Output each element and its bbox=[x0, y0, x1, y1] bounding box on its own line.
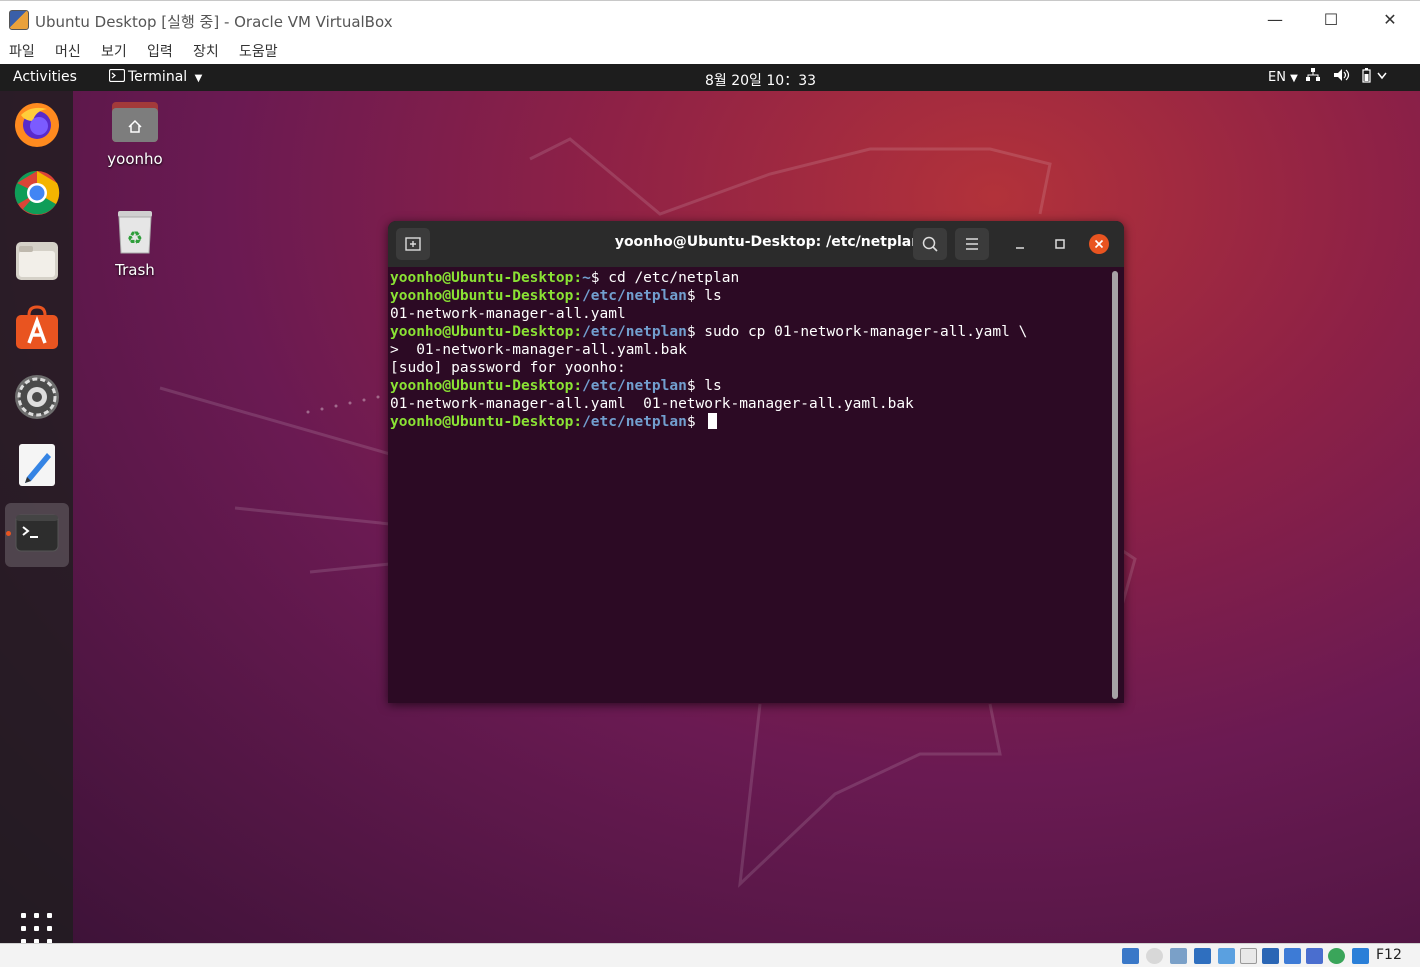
minimize-icon bbox=[1016, 247, 1024, 249]
shared-folders-icon[interactable] bbox=[1240, 948, 1257, 964]
chrome-icon[interactable] bbox=[13, 169, 61, 217]
minimize-button[interactable] bbox=[1008, 234, 1032, 254]
prompt-command: cd /etc/netplan bbox=[608, 270, 740, 286]
host-titlebar: Ubuntu Desktop [실행 중] - Oracle VM Virtua… bbox=[0, 0, 1420, 38]
usb-icon[interactable] bbox=[1218, 948, 1235, 964]
prompt-path: ~ bbox=[582, 270, 591, 286]
terminal-prompt-line: yoonho@Ubuntu-Desktop:~$ cd /etc/netplan bbox=[390, 270, 740, 286]
close-button[interactable] bbox=[1088, 233, 1110, 255]
search-icon bbox=[922, 236, 938, 252]
network-icon[interactable] bbox=[1306, 68, 1320, 86]
menu-file[interactable]: 파일 bbox=[9, 41, 35, 61]
prompt-user: yoonho@Ubuntu-Desktop bbox=[390, 288, 574, 304]
terminal-window[interactable]: yoonho@Ubuntu-Desktop: /etc/netplan yoon… bbox=[388, 221, 1124, 703]
trash-label: Trash bbox=[115, 261, 155, 279]
prompt-command: ls bbox=[704, 288, 722, 304]
chevron-down-icon: ▼ bbox=[194, 73, 203, 84]
terminal-output[interactable]: yoonho@Ubuntu-Desktop:~$ cd /etc/netplan… bbox=[390, 269, 1110, 431]
svg-text:♻: ♻ bbox=[127, 228, 143, 249]
close-icon bbox=[1089, 234, 1109, 254]
terminal-output-line: 01-network-manager-all.yaml 01-network-m… bbox=[390, 395, 1110, 413]
gnome-topbar: Activities Terminal ▼ 8월 20일 10：33 EN ▼ bbox=[0, 64, 1420, 91]
terminal-output-line: 01-network-manager-all.yaml bbox=[390, 305, 1110, 323]
prompt-user: yoonho@Ubuntu-Desktop bbox=[390, 270, 574, 286]
settings-icon[interactable] bbox=[13, 373, 61, 421]
video-capture-icon[interactable] bbox=[1284, 948, 1301, 964]
virtualbox-icon bbox=[9, 10, 29, 30]
activities-button[interactable]: Activities bbox=[13, 69, 77, 85]
menu-devices[interactable]: 장치 bbox=[193, 41, 219, 61]
files-icon[interactable] bbox=[13, 237, 61, 285]
host-minimize-button[interactable]: — bbox=[1262, 7, 1288, 33]
prompt-command: ls bbox=[704, 378, 722, 394]
text-cursor bbox=[708, 413, 718, 429]
home-folder-icon bbox=[112, 102, 158, 142]
home-folder-label: yoonho bbox=[107, 150, 163, 168]
search-button[interactable] bbox=[913, 228, 947, 260]
text-editor-icon[interactable] bbox=[13, 441, 61, 489]
host-statusbar: F12 bbox=[0, 943, 1420, 967]
prompt-path: /etc/netplan bbox=[582, 288, 687, 304]
clock[interactable]: 8월 20일 10：33 bbox=[705, 70, 816, 90]
desktop-home-folder[interactable]: yoonho bbox=[95, 100, 175, 168]
network-adapter-icon[interactable] bbox=[1194, 948, 1211, 964]
prompt-path: /etc/netplan bbox=[582, 414, 687, 430]
output-text: 01-network-manager-all.yaml 01-network-m… bbox=[390, 396, 914, 412]
running-indicator bbox=[6, 531, 11, 536]
host-key-arrow-icon[interactable] bbox=[1352, 948, 1369, 964]
prompt-user: yoonho@Ubuntu-Desktop bbox=[390, 414, 574, 430]
guest-additions-icon[interactable] bbox=[1328, 948, 1345, 964]
prompt-user: yoonho@Ubuntu-Desktop bbox=[390, 378, 574, 394]
output-text: > 01-network-manager-all.yaml.bak bbox=[390, 342, 687, 358]
virtualization-icon[interactable] bbox=[1306, 948, 1323, 964]
app-menu-label: Terminal bbox=[128, 69, 188, 85]
maximize-icon bbox=[1055, 239, 1065, 249]
host-close-button[interactable]: ✕ bbox=[1377, 7, 1403, 33]
terminal-prompt-line: yoonho@Ubuntu-Desktop:/etc/netplan$ ls bbox=[390, 378, 722, 394]
prompt-path: /etc/netplan bbox=[582, 324, 687, 340]
chevron-down-icon: ▼ bbox=[1290, 73, 1298, 84]
app-menu-terminal[interactable]: Terminal ▼ bbox=[108, 68, 203, 85]
hamburger-menu-button[interactable] bbox=[955, 228, 989, 260]
terminal-headerbar[interactable]: yoonho@Ubuntu-Desktop: /etc/netplan bbox=[388, 221, 1124, 267]
host-maximize-button[interactable]: ☐ bbox=[1318, 7, 1344, 33]
software-icon[interactable] bbox=[13, 305, 61, 353]
hamburger-icon bbox=[966, 238, 978, 250]
prompt-command: sudo cp 01-network-manager-all.yaml \ bbox=[704, 324, 1028, 340]
volume-icon[interactable] bbox=[1334, 68, 1350, 86]
prompt-user: yoonho@Ubuntu-Desktop bbox=[390, 324, 574, 340]
terminal-icon[interactable] bbox=[13, 509, 61, 557]
guest-screen: Activities Terminal ▼ 8월 20일 10：33 EN ▼ bbox=[0, 64, 1420, 943]
audio-icon[interactable] bbox=[1170, 948, 1187, 964]
output-text: [sudo] password for yoonho: bbox=[390, 360, 626, 376]
power-icon[interactable] bbox=[1362, 68, 1388, 88]
language-label: EN bbox=[1268, 70, 1286, 85]
host-menubar: 파일 머신 보기 입력 장치 도움말 bbox=[0, 38, 1420, 64]
terminal-output-line: [sudo] password for yoonho: bbox=[390, 359, 1110, 377]
show-applications-icon[interactable] bbox=[21, 913, 53, 943]
terminal-prompt-line: yoonho@Ubuntu-Desktop:/etc/netplan$ sudo… bbox=[390, 324, 1028, 340]
firefox-icon[interactable] bbox=[13, 101, 61, 149]
host-key-label: F12 bbox=[1376, 947, 1402, 963]
output-text: 01-network-manager-all.yaml bbox=[390, 306, 626, 322]
dock bbox=[0, 91, 73, 943]
optical-drive-icon[interactable] bbox=[1146, 948, 1163, 964]
menu-input[interactable]: 입력 bbox=[147, 41, 173, 61]
prompt-path: /etc/netplan bbox=[582, 378, 687, 394]
menu-machine[interactable]: 머신 bbox=[55, 41, 81, 61]
hard-disk-icon[interactable] bbox=[1122, 948, 1139, 964]
trash-icon: ♻ bbox=[118, 211, 152, 254]
desktop-trash[interactable]: ♻ Trash bbox=[95, 209, 175, 279]
menu-view[interactable]: 보기 bbox=[101, 41, 127, 61]
menu-help[interactable]: 도움말 bbox=[239, 41, 278, 61]
display-icon[interactable] bbox=[1262, 948, 1279, 964]
host-window-title: Ubuntu Desktop [실행 중] - Oracle VM Virtua… bbox=[35, 13, 393, 31]
language-indicator[interactable]: EN ▼ bbox=[1268, 70, 1298, 85]
terminal-prompt-line: yoonho@Ubuntu-Desktop:/etc/netplan$ bbox=[390, 413, 1110, 431]
maximize-button[interactable] bbox=[1048, 234, 1072, 254]
terminal-output-line: > 01-network-manager-all.yaml.bak bbox=[390, 341, 1110, 359]
terminal-small-icon bbox=[108, 68, 126, 83]
terminal-prompt-line: yoonho@Ubuntu-Desktop:/etc/netplan$ ls bbox=[390, 288, 722, 304]
terminal-scrollbar[interactable] bbox=[1112, 271, 1118, 699]
